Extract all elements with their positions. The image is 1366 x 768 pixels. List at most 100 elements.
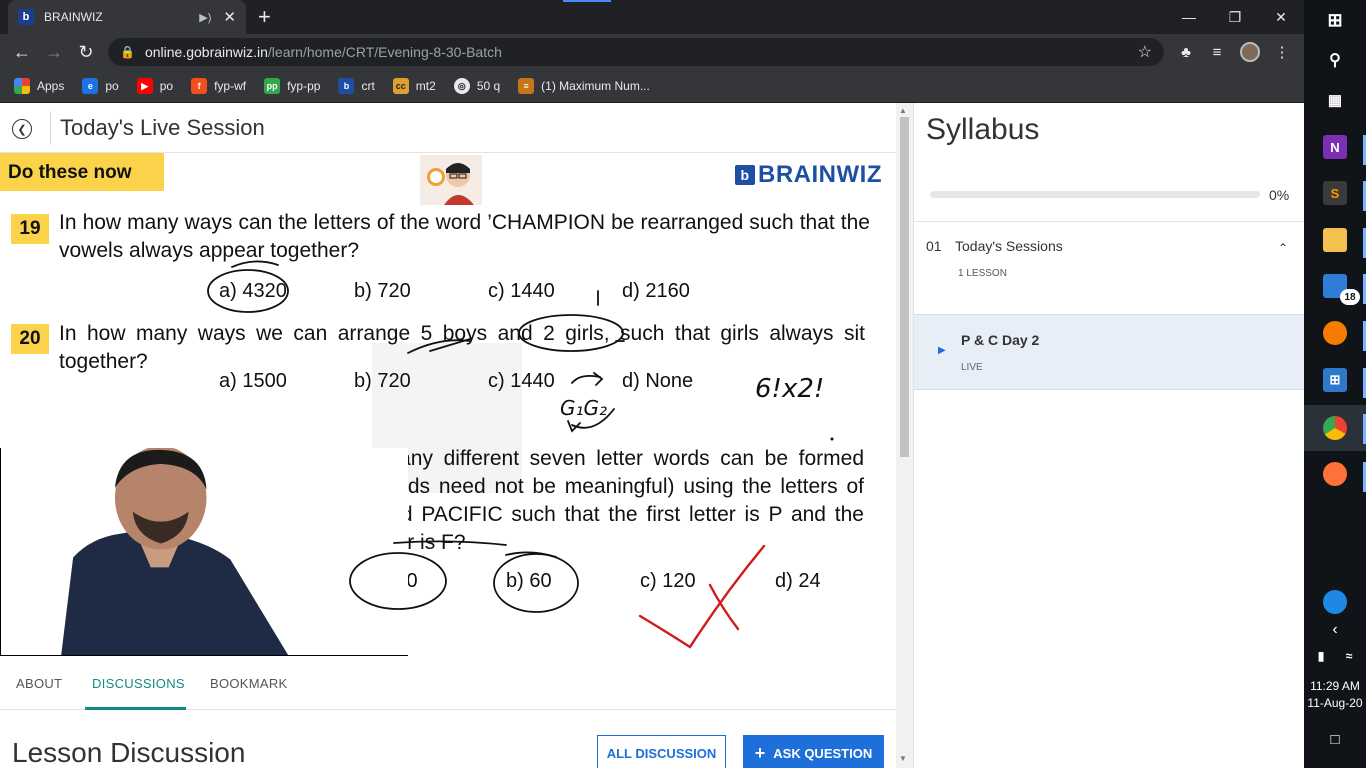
bookmark-crt[interactable]: b crt (338, 78, 375, 94)
close-window-button[interactable]: ✕ (1258, 0, 1304, 34)
mascot-image (420, 155, 482, 205)
bookmark-label: fyp-wf (214, 79, 247, 93)
bookmark-label: fyp-pp (287, 79, 321, 93)
slide-banner: Do these now (0, 153, 164, 191)
lesson-item[interactable]: ▶ P & C Day 2 LIVE (914, 314, 1305, 390)
restore-button[interactable]: ❐ (1212, 0, 1258, 34)
forward-arrow-icon[interactable]: → (42, 40, 66, 64)
content-tabs: ABOUT DISCUSSIONS BOOKMARK (0, 656, 896, 710)
apps-grid-icon (14, 78, 30, 94)
header-divider (50, 111, 51, 145)
bookmark-fyp-wf[interactable]: f fyp-wf (191, 78, 246, 94)
question-number: 19 (11, 214, 49, 244)
clock-time: 11:29 AM (1310, 679, 1360, 693)
brand-b-icon: b (735, 165, 755, 185)
section-divider (914, 221, 1305, 222)
wifi-icon[interactable]: ≈ (1340, 644, 1358, 668)
url-path: /learn/home/CRT/Evening-8-30-Batch (267, 44, 502, 60)
progress-percent: 0% (1269, 187, 1290, 203)
windows-taskbar: ⊞ ⚲ ▦ N S 18 ⊞ ‹ ▮ ≈ 11:29 AM 11-Aug-20 … (1304, 0, 1366, 768)
plus-icon: + (754, 742, 766, 763)
battery-icon[interactable]: ▮ (1312, 644, 1330, 668)
section-name[interactable]: Today's Sessions (955, 238, 1063, 254)
option: a) 4320 (219, 280, 287, 302)
bookmark-label: (1) Maximum Num... (541, 79, 650, 93)
option: b) 720 (354, 280, 411, 302)
page-title: Today's Live Session (60, 115, 265, 140)
reload-icon[interactable]: ↻ (74, 40, 98, 64)
brainwiz-icon: b (338, 78, 355, 94)
browser-tab[interactable]: b BRAINWIZ ▶) ✕ (8, 0, 246, 34)
session-header: ❮ Today's Live Session (0, 103, 896, 153)
option: c) 1440 (488, 370, 555, 392)
sublime-text-icon[interactable]: S (1323, 181, 1347, 205)
file-explorer-icon[interactable] (1323, 228, 1347, 252)
option: d) 2160 (622, 280, 690, 302)
chevron-left-icon[interactable]: ‹ (1323, 618, 1347, 642)
bookmark-50q[interactable]: ◎ 50 q (453, 78, 500, 94)
chrome-icon[interactable] (1323, 416, 1347, 440)
taskbar-clock[interactable]: 11:29 AM 11-Aug-20 (1304, 678, 1366, 712)
scroll-down-icon[interactable]: ▼ (899, 754, 907, 763)
media-control-icon[interactable]: ≡ (1207, 42, 1227, 62)
option: d) 24 (775, 570, 821, 592)
audio-playing-icon[interactable]: ▶) (199, 11, 211, 24)
back-circle-icon[interactable]: ❮ (12, 119, 32, 139)
syllabus-title: Syllabus (926, 113, 1040, 146)
task-view-icon[interactable]: ▦ (1323, 88, 1347, 112)
all-discussion-button[interactable]: ALL DISCUSSION (597, 735, 726, 768)
video-player[interactable]: Do these now b BRAINWIZ 19 In how many w… (0, 153, 896, 656)
tab-bookmark[interactable]: BOOKMARK (210, 676, 288, 691)
option: a) 1500 (219, 370, 287, 392)
lesson-name: P & C Day 2 (961, 332, 1040, 348)
lock-icon: 🔒 (120, 45, 135, 59)
search-icon[interactable]: ⚲ (1323, 48, 1347, 72)
scroll-thumb[interactable] (900, 117, 909, 457)
tab-about[interactable]: ABOUT (16, 676, 62, 691)
section-lesson-count: 1 LESSON (958, 268, 1007, 279)
extensions-puzzle-icon[interactable]: ♣ (1176, 42, 1196, 62)
question-text: In how many ways we can arrange 5 boys a… (59, 322, 865, 373)
bookmark-label: crt (361, 79, 375, 93)
firefox-icon[interactable] (1323, 462, 1347, 486)
page-scrollbar[interactable]: ▲ ▼ (896, 103, 913, 768)
bookmarks-bar: Apps e po ▶ po f fyp-wf pp fyp-pp b crt … (0, 70, 1304, 103)
tab-discussions[interactable]: DISCUSSIONS (92, 676, 185, 691)
bookmark-fyp-pp[interactable]: pp fyp-pp (264, 78, 320, 94)
option: b) 60 (506, 570, 552, 592)
chevron-up-icon[interactable]: ⌃ (1278, 241, 1288, 255)
calculator-icon[interactable]: ⊞ (1323, 368, 1347, 392)
active-tab-indicator (85, 707, 186, 710)
bookmark-apps[interactable]: Apps (14, 78, 64, 94)
notification-badge: 18 (1340, 289, 1360, 305)
ask-question-button[interactable]: + ASK QUESTION (743, 735, 884, 768)
back-arrow-icon[interactable]: ← (10, 40, 34, 64)
more-menu-icon[interactable]: ⋮ (1272, 42, 1292, 62)
lesson-discussion-title: Lesson Discussion (12, 737, 246, 768)
bookmark-stackoverflow[interactable]: ≡ (1) Maximum Num... (518, 78, 650, 94)
profile-avatar[interactable] (1240, 42, 1260, 62)
new-tab-button[interactable]: + (258, 4, 271, 30)
tab-favicon: b (18, 9, 34, 25)
scroll-up-icon[interactable]: ▲ (899, 106, 907, 115)
media-player-icon[interactable] (1323, 321, 1347, 345)
lesson-status: LIVE (961, 362, 983, 373)
clock-date: 11-Aug-20 (1307, 696, 1363, 710)
stack-overflow-icon: ≡ (518, 78, 535, 94)
handwritten-note: 6!x2! (755, 374, 824, 404)
minimize-button[interactable]: — (1166, 0, 1212, 34)
bookmark-po-1[interactable]: e po (82, 78, 119, 94)
main-content: ❮ Today's Live Session Do these now b BR… (0, 103, 896, 768)
bookmark-po-2[interactable]: ▶ po (136, 78, 173, 94)
onenote-icon[interactable]: N (1323, 135, 1347, 159)
tab-close-icon[interactable]: ✕ (223, 8, 236, 26)
bookmark-star-icon[interactable]: ☆ (1138, 42, 1152, 62)
chrome-logo-icon: e (82, 78, 99, 94)
notification-center-icon[interactable]: □ (1323, 727, 1347, 751)
youtube-icon: ▶ (136, 78, 153, 94)
address-bar[interactable]: 🔒 online.gobrainwiz.in /learn/home/CRT/E… (108, 38, 1164, 66)
bookmark-mt2[interactable]: cc mt2 (392, 78, 436, 94)
question-number: 20 (11, 324, 49, 354)
windows-start-icon[interactable]: ⊞ (1323, 8, 1347, 32)
network-app-icon[interactable] (1323, 590, 1347, 614)
